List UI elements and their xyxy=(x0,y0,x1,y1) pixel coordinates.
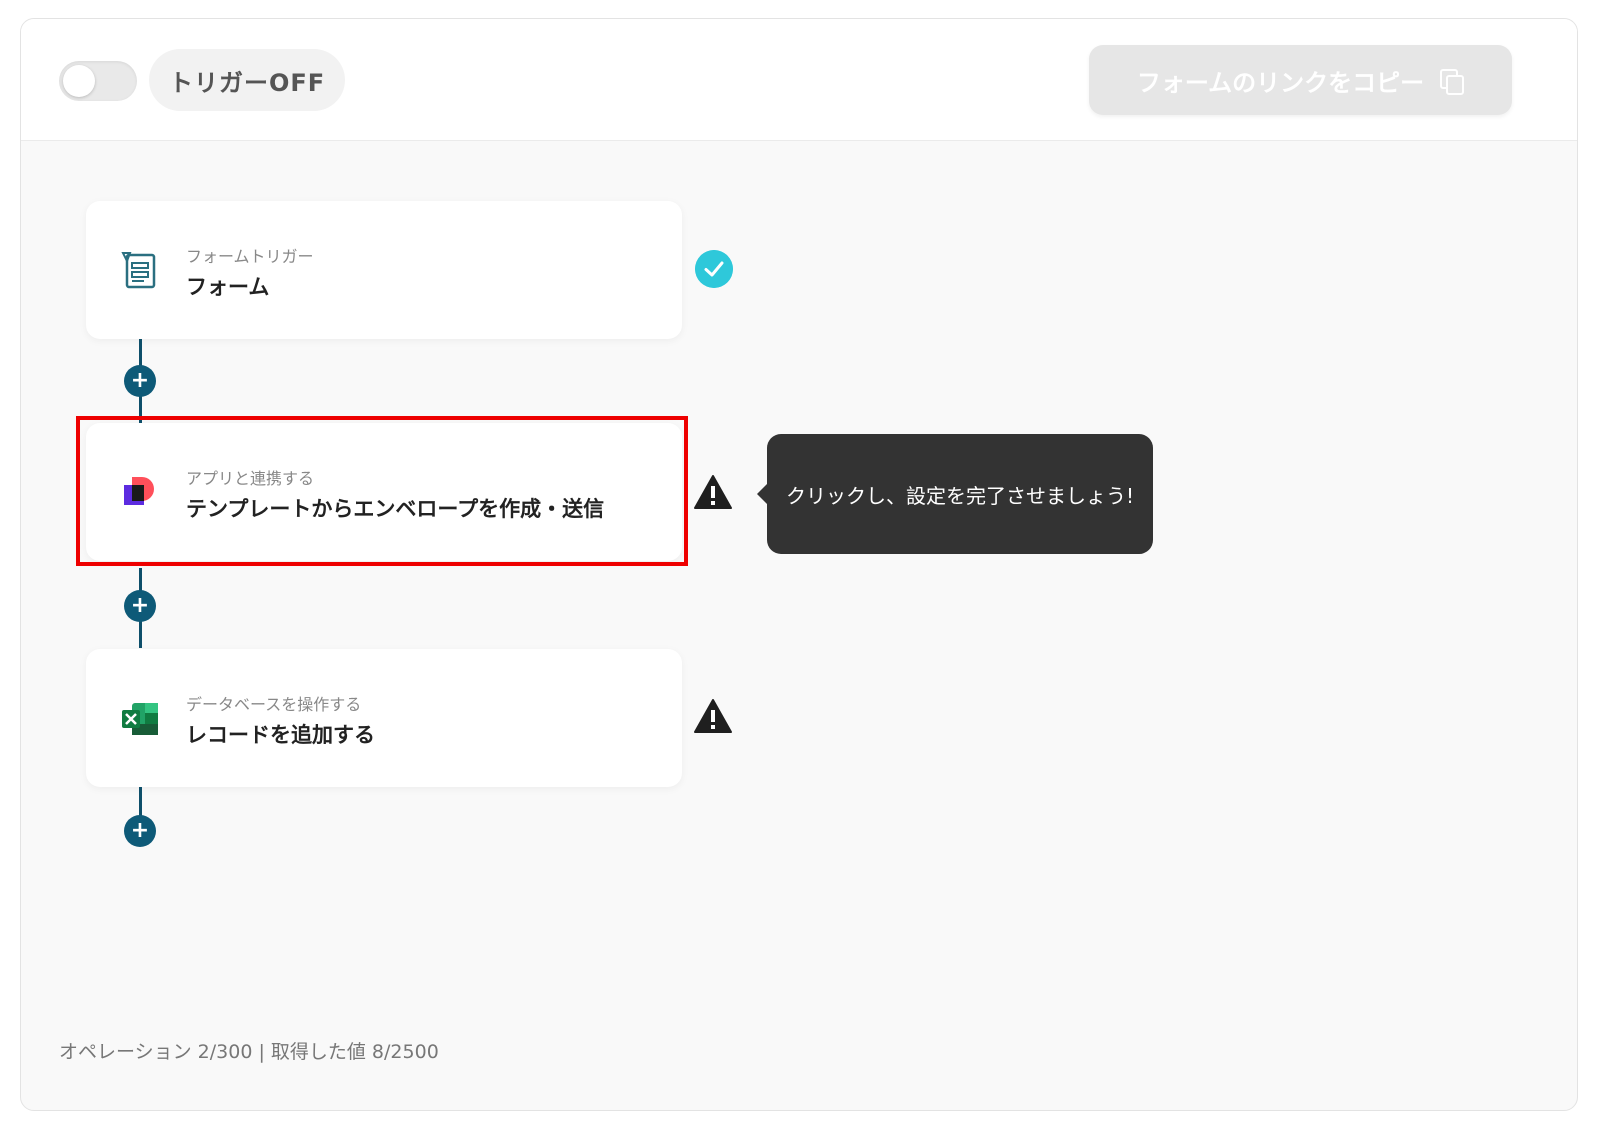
trigger-status-label: トリガーOFF xyxy=(149,49,346,111)
add-step-button[interactable]: + xyxy=(124,815,156,847)
toggle-knob xyxy=(63,65,95,97)
connector-line xyxy=(139,787,142,817)
step-title: テンプレートからエンベロープを作成・送信 xyxy=(186,497,605,521)
warning-icon xyxy=(694,699,732,733)
add-step-button[interactable]: + xyxy=(124,365,156,397)
docusign-app-icon xyxy=(124,477,154,505)
step-card-add-record[interactable]: データベースを操作する レコードを追加する xyxy=(86,649,682,787)
form-icon xyxy=(121,252,156,289)
step-card-form-trigger[interactable]: フォームトリガー フォーム xyxy=(86,201,682,339)
step-title: フォーム xyxy=(186,275,270,299)
check-icon xyxy=(695,250,733,288)
step-subtitle: フォームトリガー xyxy=(186,247,314,266)
warning-icon xyxy=(694,475,732,509)
flow-editor: トリガーOFF フォームのリンクをコピー フォームトリガー フォーム + アプリ… xyxy=(20,18,1578,1111)
usage-footer: オペレーション 2/300 | 取得した値 8/2500 xyxy=(59,1041,439,1063)
setup-tooltip: クリックし、設定を完了させましょう! xyxy=(757,434,1153,554)
step-subtitle: アプリと連携する xyxy=(186,469,315,488)
top-bar: トリガーOFF フォームのリンクをコピー xyxy=(21,19,1577,141)
copy-icon xyxy=(1438,67,1465,95)
step-title: レコードを追加する xyxy=(186,723,375,747)
tooltip-text: クリックし、設定を完了させましょう! xyxy=(785,483,1135,508)
copy-form-link-button[interactable]: フォームのリンクをコピー xyxy=(1089,45,1512,115)
copy-form-link-label: フォームのリンクをコピー xyxy=(1136,68,1425,97)
step-subtitle: データベースを操作する xyxy=(186,695,362,714)
step-card-create-envelope[interactable]: アプリと連携する テンプレートからエンベロープを作成・送信 xyxy=(86,423,682,561)
trigger-toggle[interactable] xyxy=(59,61,137,101)
excel-icon xyxy=(122,703,158,735)
add-step-button[interactable]: + xyxy=(124,590,156,622)
